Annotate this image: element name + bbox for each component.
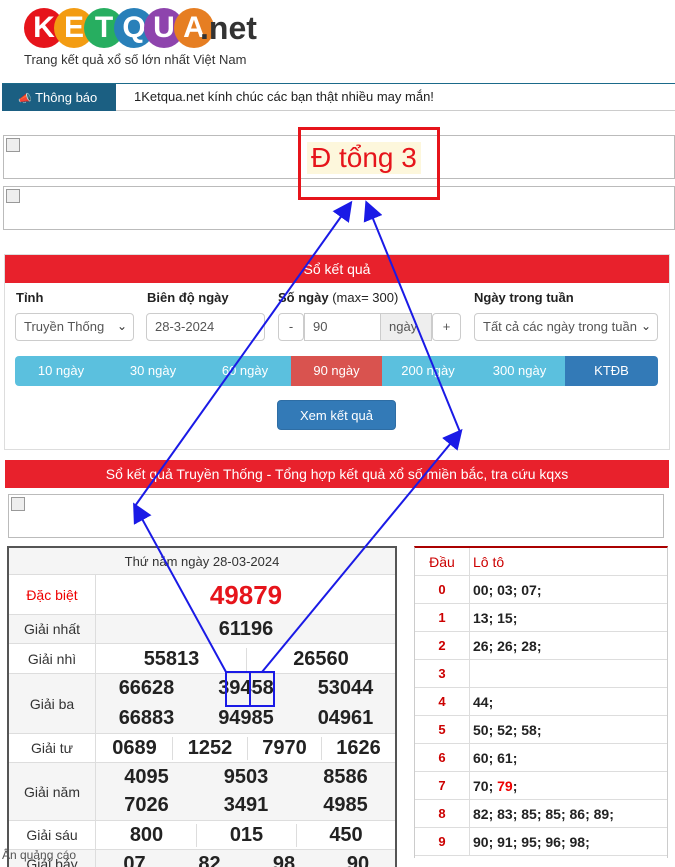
- annotation-arrow: [133, 502, 227, 673]
- highlight-box: [225, 671, 251, 707]
- annotation-arrow: [363, 200, 461, 433]
- annotation-arrow: [261, 428, 463, 673]
- highlight-box: [249, 671, 275, 707]
- annotation-arrows: [133, 200, 463, 707]
- annotation-arrow: [134, 200, 353, 507]
